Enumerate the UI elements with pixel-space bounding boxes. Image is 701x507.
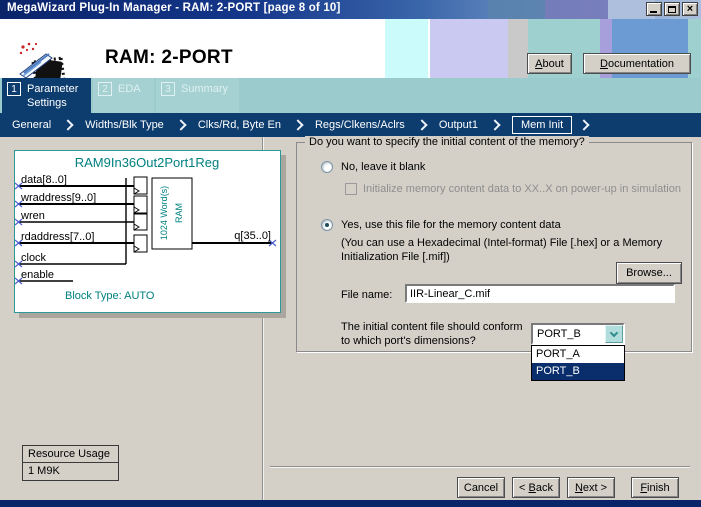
resource-usage-table: Resource Usage 1 M9K [22,445,119,481]
ram-label: RAM [174,203,184,223]
wizard-tabs: 1 Parameter Settings 2 EDA 3 Summary [0,78,701,113]
ram-block [151,177,193,250]
minimize-icon [650,11,657,13]
file-format-note-line2: Initialization File [.mif]) [341,251,450,263]
memory-init-group: Do you want to specify the initial conte… [296,136,692,381]
breadcrumb-item-output1[interactable]: Output1 [439,119,478,131]
port-label-data: data[8..0] [21,174,67,186]
checkbox-initialize-label: Initialize memory content data to XX..X … [363,183,681,195]
block-diagram: RAM9In36Out2Port1Reg 1024 Word(s) RAM da… [14,150,281,313]
port-dimensions-select[interactable]: PORT_B [531,323,625,345]
tab-number-badge: 2 [98,82,112,96]
ram-words-label: 1024 Word(s) [159,186,169,240]
conform-question-line1: The initial content file should conform [341,321,523,333]
tab-label: Summary [181,83,229,95]
next-button[interactable]: Next > [567,477,615,498]
maximize-button[interactable] [664,2,680,16]
dropdown-option-port-b[interactable]: PORT_B [532,363,624,380]
chevron-right-icon [175,119,187,131]
about-button[interactable]: About [527,53,572,74]
breadcrumb-item-regs-clkens-aclrs[interactable]: Regs/Clkens/Aclrs [315,119,405,131]
close-button[interactable]: × [682,2,698,16]
file-name-label: File name: [341,289,393,301]
megawizard-window: MegaWizard Plug-In Manager - RAM: 2-PORT… [0,0,701,507]
port-label-wren: wren [20,210,45,222]
page-title: RAM: 2-PORT [105,47,233,68]
finish-button[interactable]: Finish [631,477,679,498]
dropdown-arrow-button[interactable] [605,325,623,343]
radio-no-leave-blank[interactable] [321,161,333,173]
file-format-note-line1: (You can use a Hexadecimal (Intel-format… [341,237,663,249]
title-bar[interactable]: MegaWizard Plug-In Manager - RAM: 2-PORT… [0,0,701,19]
window-title: MegaWizard Plug-In Manager - RAM: 2-PORT… [7,2,341,14]
breadcrumb-item-clks-rd-byte-en[interactable]: Clks/Rd, Byte En [198,119,281,131]
breadcrumb-item-mem-init[interactable]: Mem Init [511,116,573,134]
port-dimensions-value: PORT_B [537,328,581,340]
resource-usage-header: Resource Usage [22,445,119,463]
port-label-wraddress: wraddress[9..0] [20,192,96,204]
input-registers [133,176,148,253]
browse-button[interactable]: Browse... [616,262,682,284]
chevron-right-icon [489,119,501,131]
documentation-button[interactable]: Documentation [583,53,691,74]
tab-number-badge: 3 [161,82,175,96]
header-mosaic-square [508,19,528,78]
port-label-q: q[35..0] [234,230,271,242]
chevron-down-icon [609,328,619,338]
window-bottom-border [0,500,701,507]
radio-no-label[interactable]: No, leave it blank [341,161,425,173]
tab-eda[interactable]: 2 EDA [93,78,154,113]
tab-summary[interactable]: 3 Summary [156,78,239,113]
block-type-label: Block Type: AUTO [65,290,155,302]
breadcrumb-item-general[interactable]: General [12,119,51,131]
titlebar-mosaic-square [488,0,545,19]
back-button[interactable]: < Back [512,477,560,498]
tab-parameter-settings[interactable]: 1 Parameter Settings [2,78,91,113]
checkbox-initialize-xx[interactable] [345,183,357,195]
conform-question-line2: to which port's dimensions? [341,335,476,347]
chevron-right-icon [292,119,304,131]
ram-block-diagram-svg: RAM9In36Out2Port1Reg 1024 Word(s) RAM da… [14,155,277,302]
breadcrumb: General Widths/Blk Type Clks/Rd, Byte En… [0,113,701,137]
cancel-button[interactable]: Cancel [457,477,505,498]
port-label-rdaddress: rdaddress[7..0] [21,231,94,243]
port-label-enable: enable [21,269,54,281]
radio-yes-use-file[interactable] [321,219,333,231]
footer-divider [270,466,690,468]
window-controls: × [646,2,698,16]
chevron-right-icon [62,119,74,131]
chevron-right-icon [416,119,428,131]
port-dimensions-dropdown-list: PORT_A PORT_B [531,345,625,381]
header-mosaic-square [385,19,428,78]
chevron-right-icon [578,119,590,131]
tab-label: Parameter Settings [27,83,79,110]
maximize-icon [668,6,676,13]
resource-usage-value: 1 M9K [22,463,119,481]
breadcrumb-item-widths-blk-type[interactable]: Widths/Blk Type [85,119,164,131]
group-legend: Do you want to specify the initial conte… [305,136,589,148]
port-label-clock: clock [21,252,47,264]
radio-yes-label[interactable]: Yes, use this file for the memory conten… [341,219,561,231]
tab-label: EDA [118,83,141,95]
titlebar-mosaic-square [545,0,608,19]
minimize-button[interactable] [646,2,662,16]
close-icon: × [686,3,694,15]
dropdown-option-port-a[interactable]: PORT_A [532,346,624,363]
tab-number-badge: 1 [7,82,21,96]
file-name-input[interactable] [405,284,675,303]
header-mosaic-square [430,19,508,78]
diagram-title: RAM9In36Out2Port1Reg [75,155,220,170]
